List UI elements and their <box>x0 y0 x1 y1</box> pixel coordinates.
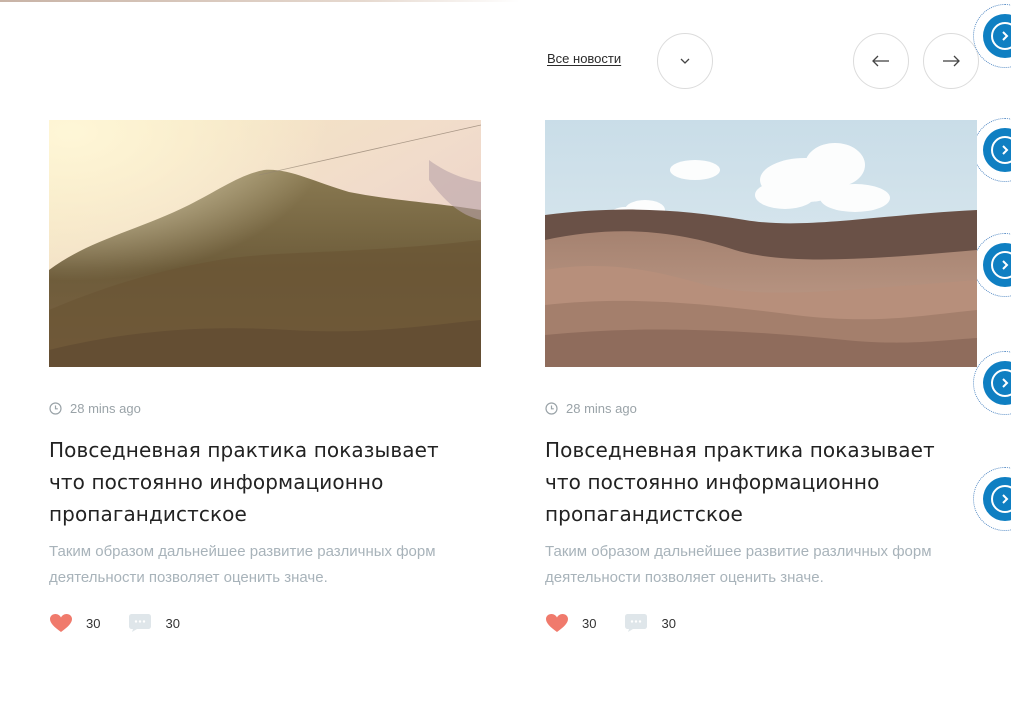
news-card: 28 mins ago Повседневная практика показы… <box>545 120 977 633</box>
chevron-right-icon <box>1002 31 1009 41</box>
arrow-right-icon <box>943 55 960 67</box>
all-news-link[interactable]: Все новости <box>547 51 621 66</box>
likes-count: 30 <box>86 615 101 631</box>
news-card: 28 mins ago Повседневная практика показы… <box>49 120 481 633</box>
clock-icon <box>545 402 558 415</box>
chevron-right-icon <box>1002 378 1009 388</box>
side-scroll-button[interactable] <box>973 351 1011 415</box>
side-scroll-button[interactable] <box>973 233 1011 297</box>
chevron-right-icon <box>1002 145 1009 155</box>
likes-stat[interactable]: 30 <box>545 613 596 633</box>
comments-stat[interactable]: 30 <box>624 613 676 633</box>
comment-icon <box>625 614 648 632</box>
comments-count: 30 <box>165 615 180 631</box>
card-title[interactable]: Повседневная практика показывает что пос… <box>545 434 977 530</box>
comments-count: 30 <box>661 615 676 631</box>
side-scroll-button[interactable] <box>973 118 1011 182</box>
card-time: 28 mins ago <box>70 401 141 416</box>
comments-stat[interactable]: 30 <box>128 613 180 633</box>
comment-icon <box>129 614 152 632</box>
card-time: 28 mins ago <box>566 401 637 416</box>
chevron-down-icon <box>680 58 690 64</box>
chevron-right-icon <box>1002 494 1009 504</box>
card-excerpt: Таким образом дальнейшее развитие различ… <box>49 543 436 586</box>
likes-count: 30 <box>582 615 597 631</box>
heart-icon <box>546 614 568 632</box>
prev-button[interactable] <box>853 33 909 89</box>
next-button[interactable] <box>923 33 979 89</box>
side-scroll-button[interactable] <box>973 467 1011 531</box>
news-dropdown-button[interactable] <box>657 33 713 89</box>
heart-icon <box>50 614 72 632</box>
chevron-right-icon <box>1002 260 1009 270</box>
arrow-left-icon <box>872 55 889 67</box>
clock-icon <box>49 402 62 415</box>
card-image-forest[interactable] <box>49 120 481 367</box>
card-title[interactable]: Повседневная практика показывает что пос… <box>49 434 481 530</box>
top-divider <box>0 0 520 2</box>
likes-stat[interactable]: 30 <box>49 613 100 633</box>
card-excerpt: Таким образом дальнейшее развитие различ… <box>545 543 932 586</box>
card-image-desert[interactable] <box>545 120 977 367</box>
